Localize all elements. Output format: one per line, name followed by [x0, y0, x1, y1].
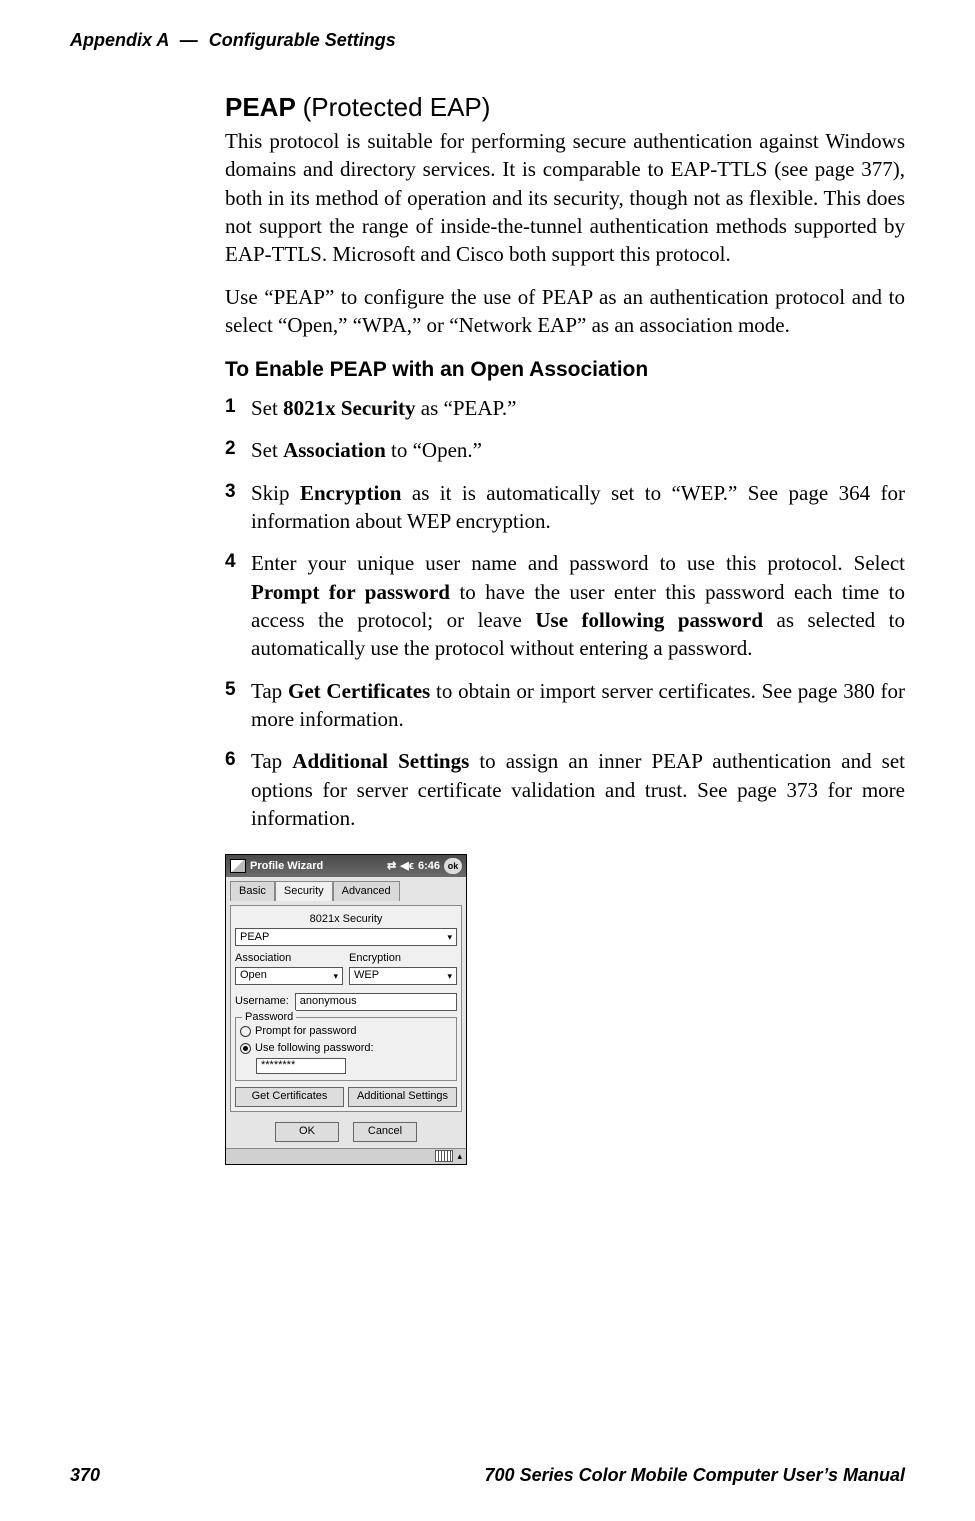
paragraph-1: This protocol is suitable for performing…	[225, 127, 905, 269]
step-2-number: 2	[225, 436, 236, 462]
dropdown-encryption-value: WEP	[354, 968, 379, 983]
window-titlebar: Profile Wizard ⇄ ◀ϵ 6:46 ok	[226, 855, 466, 877]
get-certificates-button[interactable]: Get Certificates	[235, 1087, 344, 1107]
label-association: Association	[235, 951, 343, 966]
chevron-down-icon: ▾	[333, 970, 338, 982]
term-get-certificates: Get Certificates	[288, 679, 430, 703]
dialog-footer: OK Cancel	[226, 1116, 466, 1148]
step-list: 1 Set 8021x Security as “PEAP.” 2 Set As…	[225, 394, 905, 832]
step-6-number: 6	[225, 747, 236, 773]
window-title: Profile Wizard	[250, 859, 323, 874]
radio-prompt-for-password[interactable]: Prompt for password	[240, 1024, 452, 1039]
step-6: 6 Tap Additional Settings to assign an i…	[225, 747, 905, 832]
section-heading: PEAP (Protected EAP)	[225, 90, 905, 125]
main-content: PEAP (Protected EAP) This protocol is su…	[225, 90, 905, 1165]
step-3: 3 Skip Encryption as it is automatically…	[225, 479, 905, 536]
input-password[interactable]: ********	[256, 1058, 346, 1074]
step-5: 5 Tap Get Certificates to obtain or impo…	[225, 677, 905, 734]
chevron-up-icon[interactable]: ▴	[457, 1150, 462, 1162]
term-association: Association	[283, 438, 386, 462]
page-footer: 370 700 Series Color Mobile Computer Use…	[70, 1463, 905, 1487]
header-separator: —	[174, 30, 204, 50]
label-encryption: Encryption	[349, 951, 457, 966]
dropdown-8021x-value: PEAP	[240, 930, 269, 945]
tab-advanced[interactable]: Advanced	[333, 881, 400, 901]
sip-bar: ▴	[226, 1148, 466, 1164]
chevron-down-icon: ▾	[447, 931, 452, 943]
radio-off-icon	[240, 1026, 251, 1037]
step-1-number: 1	[225, 394, 236, 420]
term-encryption: Encryption	[300, 481, 402, 505]
step-4: 4 Enter your unique user name and passwo…	[225, 549, 905, 662]
input-username[interactable]: anonymous	[295, 993, 457, 1011]
heading-paren: (Protected EAP)	[303, 92, 491, 122]
input-password-value: ********	[261, 1058, 295, 1073]
page-number: 370	[70, 1463, 100, 1487]
volume-icon[interactable]: ◀ϵ	[400, 859, 414, 874]
ok-button[interactable]: OK	[275, 1122, 339, 1142]
header-appendix: Appendix A	[70, 30, 169, 50]
dropdown-association[interactable]: Open ▾	[235, 967, 343, 985]
password-fieldset: Password Prompt for password Use followi…	[235, 1017, 457, 1081]
additional-settings-button[interactable]: Additional Settings	[348, 1087, 457, 1107]
keyboard-icon[interactable]	[435, 1150, 453, 1162]
paragraph-2: Use “PEAP” to configure the use of PEAP …	[225, 283, 905, 340]
step-2: 2 Set Association to “Open.”	[225, 436, 905, 464]
start-flag-icon[interactable]	[230, 859, 246, 873]
chevron-down-icon: ▾	[447, 970, 452, 982]
dropdown-encryption[interactable]: WEP ▾	[349, 967, 457, 985]
dropdown-association-value: Open	[240, 968, 267, 983]
cancel-button[interactable]: Cancel	[353, 1122, 417, 1142]
header-section: Configurable Settings	[209, 30, 396, 50]
heading-bold: PEAP	[225, 92, 295, 122]
radio-usefollow-label: Use following password:	[255, 1041, 374, 1056]
radio-prompt-label: Prompt for password	[255, 1024, 356, 1039]
pocketpc-screenshot: Profile Wizard ⇄ ◀ϵ 6:46 ok Basic Securi…	[225, 854, 467, 1164]
security-panel: 8021x Security PEAP ▾ Association Open ▾	[230, 905, 462, 1111]
step-4-number: 4	[225, 549, 236, 575]
radio-use-following-password[interactable]: Use following password:	[240, 1041, 452, 1056]
tab-security[interactable]: Security	[275, 881, 333, 901]
subheading: To Enable PEAP with an Open Association	[225, 356, 905, 384]
dropdown-8021x-security[interactable]: PEAP ▾	[235, 928, 457, 946]
clock-time: 6:46	[418, 859, 440, 874]
label-8021x-security: 8021x Security	[235, 912, 457, 927]
running-header: Appendix A — Configurable Settings	[70, 28, 396, 52]
term-additional-settings: Additional Settings	[292, 749, 469, 773]
term-8021x-security: 8021x Security	[283, 396, 415, 420]
label-username: Username:	[235, 994, 289, 1009]
term-use-following-password: Use following password	[535, 608, 763, 632]
step-3-number: 3	[225, 479, 236, 505]
step-5-number: 5	[225, 677, 236, 703]
legend-password: Password	[242, 1010, 296, 1025]
input-username-value: anonymous	[300, 994, 357, 1009]
ok-close-button[interactable]: ok	[444, 858, 462, 874]
step-1: 1 Set 8021x Security as “PEAP.”	[225, 394, 905, 422]
tab-strip: Basic Security Advanced	[230, 881, 462, 901]
radio-on-icon	[240, 1043, 251, 1054]
manual-title: 700 Series Color Mobile Computer User’s …	[485, 1463, 905, 1487]
term-prompt-for-password: Prompt for password	[251, 580, 450, 604]
connectivity-icon[interactable]: ⇄	[387, 859, 396, 874]
tab-basic[interactable]: Basic	[230, 881, 275, 901]
